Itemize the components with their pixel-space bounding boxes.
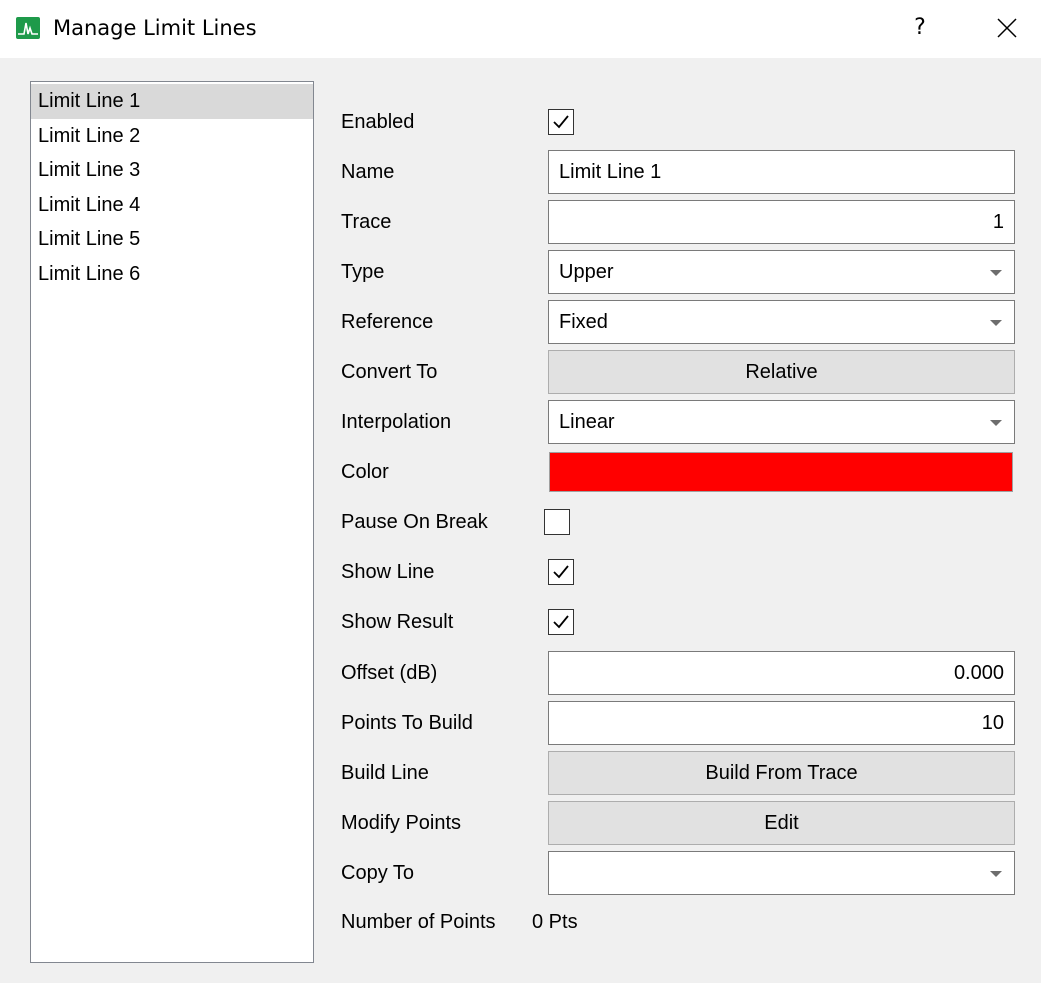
copy-to-select[interactable] bbox=[548, 851, 1015, 895]
list-item[interactable]: Limit Line 4 bbox=[31, 188, 313, 223]
enabled-row: Enabled bbox=[341, 102, 1021, 142]
chevron-down-icon bbox=[990, 270, 1002, 276]
points-to-build-input[interactable]: 10 bbox=[548, 701, 1015, 745]
close-button[interactable] bbox=[982, 8, 1032, 48]
checkmark-icon bbox=[553, 615, 569, 629]
show-line-checkbox[interactable] bbox=[548, 559, 574, 585]
show-line-row: Show Line bbox=[341, 552, 1021, 592]
show-result-row: Show Result bbox=[341, 602, 1021, 642]
offset-label: Offset (dB) bbox=[341, 662, 438, 684]
offset-row: Offset (dB) 0.000 bbox=[341, 651, 1021, 695]
enabled-label: Enabled bbox=[341, 111, 415, 133]
color-label: Color bbox=[341, 461, 389, 483]
points-to-build-label: Points To Build bbox=[341, 712, 473, 734]
interpolation-select-value: Linear bbox=[559, 411, 615, 433]
show-result-label: Show Result bbox=[341, 611, 454, 633]
reference-select[interactable]: Fixed bbox=[548, 300, 1015, 344]
help-button[interactable]: ? bbox=[896, 8, 944, 48]
trace-row: Trace 1 bbox=[341, 200, 1021, 244]
chevron-down-icon bbox=[990, 320, 1002, 326]
trace-label: Trace bbox=[341, 211, 392, 233]
list-item[interactable]: Limit Line 6 bbox=[31, 257, 313, 292]
build-from-trace-button[interactable]: Build From Trace bbox=[548, 751, 1015, 795]
name-row: Name Limit Line 1 bbox=[341, 150, 1021, 194]
list-item[interactable]: Limit Line 3 bbox=[31, 153, 313, 188]
show-result-checkbox[interactable] bbox=[548, 609, 574, 635]
show-line-label: Show Line bbox=[341, 561, 435, 583]
build-line-row: Build Line Build From Trace bbox=[341, 751, 1021, 795]
modify-points-label: Modify Points bbox=[341, 812, 462, 834]
spectrum-icon bbox=[16, 17, 40, 39]
convert-to-label: Convert To bbox=[341, 361, 438, 383]
points-to-build-row: Points To Build 10 bbox=[341, 701, 1021, 745]
interpolation-select[interactable]: Linear bbox=[548, 400, 1015, 444]
convert-to-row: Convert To Relative bbox=[341, 350, 1021, 394]
chevron-down-icon bbox=[990, 420, 1002, 426]
modify-points-row: Modify Points Edit bbox=[341, 801, 1021, 845]
convert-relative-button[interactable]: Relative bbox=[548, 350, 1015, 394]
type-select-value: Upper bbox=[559, 261, 614, 283]
pause-on-break-label: Pause On Break bbox=[341, 511, 488, 533]
interpolation-label: Interpolation bbox=[341, 411, 452, 433]
copy-to-label: Copy To bbox=[341, 862, 415, 884]
title-bar: Manage Limit Lines ? bbox=[0, 0, 1041, 58]
checkmark-icon bbox=[553, 565, 569, 579]
number-of-points-label: Number of Points bbox=[341, 911, 496, 933]
type-select[interactable]: Upper bbox=[548, 250, 1015, 294]
limit-line-list[interactable]: Limit Line 1 Limit Line 2 Limit Line 3 L… bbox=[30, 81, 314, 963]
name-label: Name bbox=[341, 161, 395, 183]
reference-select-value: Fixed bbox=[559, 311, 608, 333]
list-item[interactable]: Limit Line 1 bbox=[31, 84, 313, 119]
edit-points-button[interactable]: Edit bbox=[548, 801, 1015, 845]
chevron-down-icon bbox=[990, 871, 1002, 877]
color-swatch[interactable] bbox=[549, 452, 1013, 492]
offset-input[interactable]: 0.000 bbox=[548, 651, 1015, 695]
number-of-points-row: Number of Points 0 Pts bbox=[341, 902, 1021, 942]
window-title: Manage Limit Lines bbox=[53, 16, 257, 40]
trace-input[interactable]: 1 bbox=[548, 200, 1015, 244]
color-row: Color bbox=[341, 450, 1021, 492]
name-input[interactable]: Limit Line 1 bbox=[548, 150, 1015, 194]
type-label: Type bbox=[341, 261, 385, 283]
list-item[interactable]: Limit Line 5 bbox=[31, 222, 313, 257]
checkmark-icon bbox=[553, 115, 569, 129]
reference-row: Reference Fixed bbox=[341, 300, 1021, 344]
interpolation-row: Interpolation Linear bbox=[341, 400, 1021, 444]
reference-label: Reference bbox=[341, 311, 434, 333]
copy-to-row: Copy To bbox=[341, 851, 1021, 895]
pause-on-break-checkbox[interactable] bbox=[544, 509, 570, 535]
close-icon bbox=[997, 18, 1017, 38]
enabled-checkbox[interactable] bbox=[548, 109, 574, 135]
build-line-label: Build Line bbox=[341, 762, 429, 784]
number-of-points-value: 0 Pts bbox=[532, 911, 578, 933]
type-row: Type Upper bbox=[341, 250, 1021, 294]
list-item[interactable]: Limit Line 2 bbox=[31, 119, 313, 154]
pause-on-break-row: Pause On Break bbox=[341, 502, 1021, 542]
